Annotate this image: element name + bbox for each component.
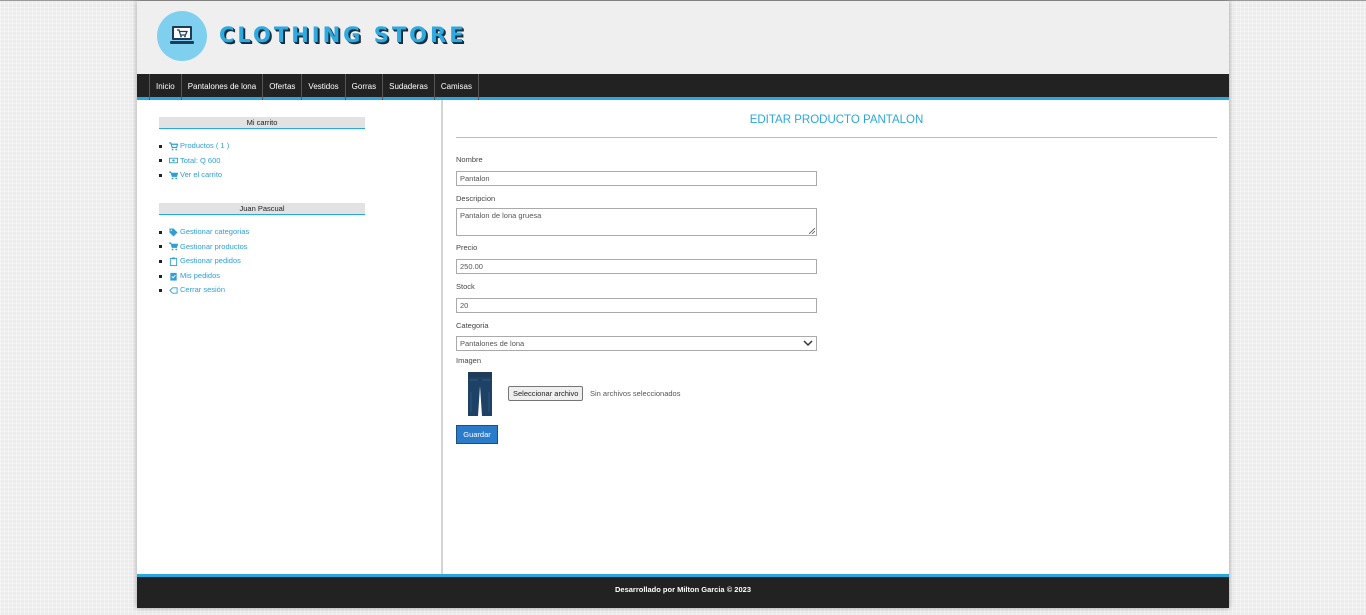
laptop-cart-icon[interactable] (157, 11, 207, 61)
manage-orders-label: Gestionar pedidos (180, 256, 241, 266)
header: CLOTHING STORE (137, 1, 1229, 74)
descripcion-textarea[interactable]: Pantalon de lona gruesa (456, 208, 817, 236)
cart-icon (169, 171, 178, 180)
main-nav: Inicio Pantalones de lona Ofertas Vestid… (137, 74, 1229, 100)
manage-categories-label: Gestionar categorias (180, 227, 250, 236)
tag-icon (169, 228, 178, 237)
bullet (159, 173, 162, 177)
content-area: Mi carrito Productos ( 1 ) Total: Q 600 … (137, 100, 1229, 574)
file-status: Sin archivos seleccionados (590, 389, 681, 398)
manage-orders-link[interactable]: Gestionar pedidos (159, 254, 249, 269)
precio-input[interactable]: 250.00 (456, 259, 817, 274)
bullet (159, 259, 162, 263)
my-orders-label: Mis pedidos (180, 270, 221, 280)
clipboard-icon (169, 257, 178, 266)
nombre-label: Nombre (456, 155, 483, 164)
brand-title[interactable]: CLOTHING STORE (219, 23, 467, 47)
manage-products-link[interactable]: Gestionar productos (159, 240, 249, 255)
logout-icon (169, 287, 178, 294)
jeans-product-image (468, 372, 492, 416)
nav-item-sudaderas[interactable]: Sudaderas (382, 74, 434, 100)
cart-products-link[interactable]: Productos ( 1 ) (159, 139, 229, 154)
user-block-title: Juan Pascual (159, 203, 365, 215)
bullet (159, 245, 162, 249)
imagen-label: Imagen (456, 356, 482, 365)
bullet (159, 144, 162, 148)
logout-link[interactable]: Cerrar sesión (159, 283, 249, 298)
resize-handle-icon[interactable] (809, 228, 815, 234)
money-icon (169, 158, 178, 164)
stock-label: Stock (456, 282, 475, 291)
title-divider (456, 137, 1217, 138)
cart-total-label: Total: Q 600 (180, 155, 221, 165)
page-container: CLOTHING STORE Inicio Pantalones de lona… (137, 1, 1229, 608)
page-title: EDITAR PRODUCTO PANTALON (749, 114, 924, 126)
cart-block-title: Mi carrito (159, 117, 365, 129)
bullet (159, 274, 162, 278)
sidebar: Mi carrito Productos ( 1 ) Total: Q 600 … (137, 100, 443, 574)
chevron-down-icon (803, 340, 813, 347)
manage-products-label: Gestionar productos (180, 241, 248, 251)
cart-list: Productos ( 1 ) Total: Q 600 Ver el carr… (159, 139, 229, 183)
manage-categories-link[interactable]: Gestionar categorias (159, 225, 249, 240)
nav-item-vestidos[interactable]: Vestidos (301, 74, 344, 100)
bullet (159, 230, 162, 234)
categoria-label: Categoria (456, 321, 489, 330)
nav-item-ofertas[interactable]: Ofertas (262, 74, 301, 100)
file-select-button[interactable]: Seleccionar archivo (508, 386, 584, 401)
nav-item-inicio[interactable]: Inicio (149, 74, 181, 100)
view-cart-label: Ver el carrito (180, 170, 223, 180)
nav-item-gorras[interactable]: Gorras (344, 74, 382, 100)
cart-total-link[interactable]: Total: Q 600 (159, 154, 229, 169)
categoria-value: Pantalones de lona (460, 339, 525, 348)
bullet (159, 289, 162, 293)
view-cart-link[interactable]: Ver el carrito (159, 168, 229, 183)
cart-icon (169, 142, 178, 151)
logout-label: Cerrar sesión (180, 285, 226, 295)
cart-icon (169, 242, 178, 251)
nav-item-pantalones[interactable]: Pantalones de lona (180, 74, 263, 100)
cart-products-label: Productos ( 1 ) (180, 141, 230, 150)
categoria-select[interactable]: Pantalones de lona (456, 336, 817, 351)
descripcion-value: Pantalon de lona gruesa (460, 211, 542, 220)
precio-label: Precio (456, 243, 478, 252)
nombre-input[interactable]: Pantalon (456, 171, 817, 186)
my-orders-link[interactable]: Mis pedidos (159, 269, 249, 284)
descripcion-label: Descripcion (456, 194, 496, 203)
footer: Desarrollado por Milton Garcia © 2023 (137, 574, 1229, 608)
nav-item-camisas[interactable]: Camisas (433, 74, 479, 100)
user-menu: Gestionar categorias Gestionar productos… (159, 225, 249, 298)
order-icon (170, 272, 177, 281)
bullet (159, 159, 162, 163)
stock-input[interactable]: 20 (456, 298, 817, 313)
save-button[interactable]: Guardar (456, 425, 498, 444)
